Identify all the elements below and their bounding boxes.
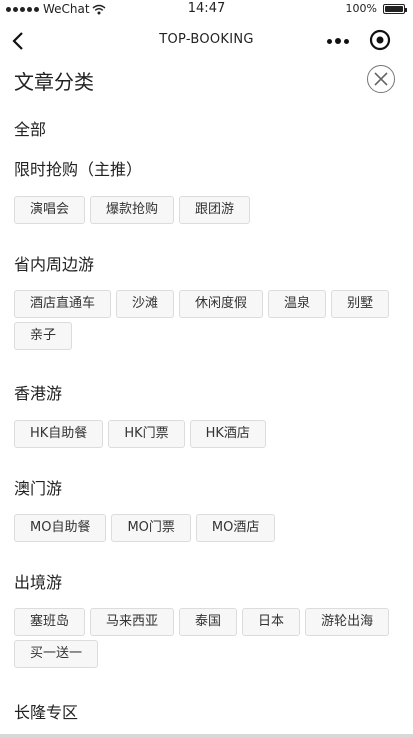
page-title: 文章分类 (14, 70, 94, 94)
tag-item[interactable]: HK酒店 (189, 420, 266, 448)
section-title: 澳门游 (14, 479, 63, 498)
tag-item[interactable]: 马来西亚 (90, 608, 175, 636)
tag-list: HK自助餐 HK门票 HK酒店 (14, 420, 406, 448)
tag-list: MO自助餐 MO门票 MO酒店 (14, 514, 406, 542)
more-button[interactable] (323, 30, 353, 52)
section-title: 限时抢购（主推） (14, 160, 143, 179)
target-icon[interactable] (369, 29, 391, 51)
tag-list: 演唱会 爆款抢购 跟团游 (14, 196, 406, 224)
close-icon (374, 72, 388, 86)
status-bar: WeChat 14:47 100% (0, 0, 413, 20)
tag-list: 酒店直通车 沙滩 休闲度假 温泉 别墅 亲子 (14, 290, 406, 350)
tag-list: 塞班岛 马来西亚 泰国 日本 游轮出海 买一送一 (14, 608, 406, 668)
more-dots-icon (327, 38, 332, 44)
tag-item[interactable]: 游轮出海 (305, 608, 390, 636)
nav-bar: TOP-BOOKING (0, 20, 413, 62)
section-title: 香港游 (14, 384, 63, 403)
tag-item[interactable]: MO自助餐 (14, 514, 107, 542)
tag-item[interactable]: 别墅 (331, 290, 390, 318)
tag-item[interactable]: 休闲度假 (179, 290, 264, 318)
battery-icon (383, 3, 407, 14)
tag-item[interactable]: MO门票 (111, 514, 191, 542)
tag-item[interactable]: HK自助餐 (14, 420, 104, 448)
tag-item[interactable]: MO酒店 (195, 514, 276, 542)
tag-item[interactable]: HK门票 (108, 420, 185, 448)
tag-item[interactable]: 亲子 (14, 322, 73, 350)
tag-item[interactable]: 泰国 (179, 608, 238, 636)
tag-item[interactable]: 塞班岛 (14, 608, 86, 636)
bottom-divider (0, 734, 413, 738)
section-title: 长隆专区 (14, 703, 79, 722)
tag-item[interactable]: 酒店直通车 (14, 290, 112, 318)
tag-item[interactable]: 买一送一 (14, 640, 99, 668)
tag-item[interactable]: 温泉 (268, 290, 327, 318)
category-all[interactable]: 全部 (14, 116, 46, 140)
section-title: 省内周边游 (14, 255, 95, 274)
battery-info: 100% (345, 2, 407, 15)
close-button[interactable] (367, 65, 395, 93)
tag-item[interactable]: 日本 (242, 608, 301, 636)
tag-item[interactable]: 演唱会 (14, 196, 86, 224)
tag-item[interactable]: 沙滩 (116, 290, 175, 318)
tag-item[interactable]: 爆款抢购 (90, 196, 175, 224)
tag-item[interactable]: 跟团游 (179, 196, 251, 224)
section-title: 出境游 (14, 573, 63, 592)
battery-percent: 100% (345, 2, 377, 15)
